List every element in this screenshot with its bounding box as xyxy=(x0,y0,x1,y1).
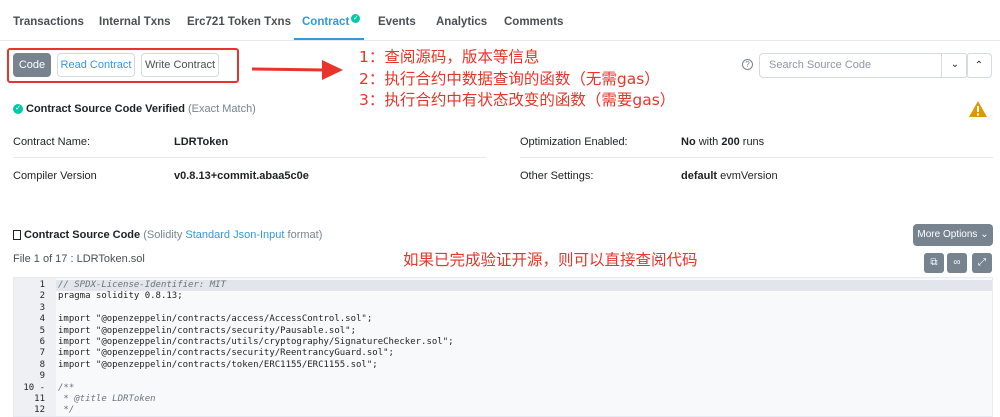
annotation-2: 2：执行合约中数据查询的函数（无需gas） xyxy=(359,70,660,88)
collapse-button[interactable]: ⌃ xyxy=(966,53,992,78)
file-indicator: File 1 of 17 : LDRToken.sol xyxy=(13,253,145,265)
line-number: 3 xyxy=(39,302,45,313)
optimization-enabled: No xyxy=(681,136,696,148)
file-icon xyxy=(13,230,21,241)
divider xyxy=(13,157,486,158)
code-line: import "@openzeppelin/contracts/security… xyxy=(58,348,394,359)
optimization-with: with xyxy=(698,136,719,148)
line-number: 6 xyxy=(39,337,45,347)
line-number: 8 xyxy=(39,359,45,370)
code-line: import "@openzeppelin/contracts/security… xyxy=(58,325,357,336)
source-pre: (Solidity xyxy=(143,229,183,241)
link-icon[interactable]: ∞ xyxy=(947,253,967,273)
chevron-down-icon[interactable]: ⌄ xyxy=(941,53,968,78)
line-number: 11 xyxy=(34,394,45,404)
optimization-value: No with 200 runs xyxy=(681,136,764,148)
line-number: 2 xyxy=(39,291,45,302)
code-line: pragma solidity 0.8.13; xyxy=(58,291,183,302)
contract-name-label: Contract Name: xyxy=(13,136,91,148)
fullscreen-icon[interactable]: ⤢ xyxy=(972,253,992,273)
optimization-label: Optimization Enabled: xyxy=(520,136,628,148)
code-line: */ xyxy=(58,405,75,416)
source-title: Contract Source Code xyxy=(24,229,141,241)
evm-default: default xyxy=(681,170,718,182)
verified-title: Contract Source Code Verified xyxy=(26,103,185,115)
line-number: 7 xyxy=(39,348,45,359)
source-post: format) xyxy=(287,229,323,241)
annotation-1: 1：查阅源码，版本等信息 xyxy=(359,48,540,66)
contract-name-value: LDRToken xyxy=(174,136,229,148)
annotation-3: 3：执行合约中有状态改变的函数（需要gas） xyxy=(359,91,676,109)
chevron-down-icon: ⌄ xyxy=(980,229,989,240)
compiler-version-label: Compiler Version xyxy=(13,170,97,182)
compiler-version-value: v0.8.13+commit.abaa5c0e xyxy=(174,170,309,182)
line-number: 1 xyxy=(39,280,45,290)
copy-icon[interactable]: ⧉ xyxy=(924,253,944,273)
other-settings-label: Other Settings: xyxy=(520,170,594,182)
line-number: 9 xyxy=(39,371,45,382)
divider xyxy=(520,157,993,158)
other-settings-value: default evmVersion xyxy=(681,170,778,182)
standard-json-input-link[interactable]: Standard Json-Input xyxy=(185,229,284,241)
code-line: // SPDX-License-Identifier: MIT xyxy=(58,280,226,290)
optimization-runs-count: 200 xyxy=(721,136,740,148)
code-line: import "@openzeppelin/contracts/utils/cr… xyxy=(58,337,454,347)
help-icon[interactable]: ? xyxy=(742,59,753,70)
optimization-runs-text: runs xyxy=(742,136,765,148)
source-code-heading: Contract Source Code (Solidity Standard … xyxy=(13,229,322,241)
warning-icon[interactable] xyxy=(968,100,988,118)
verified-heading: ✓ Contract Source Code Verified (Exact Ma… xyxy=(13,103,256,115)
line-number: 10 - xyxy=(23,382,45,393)
code-line: import "@openzeppelin/contracts/access/A… xyxy=(58,314,373,325)
line-number: 4 xyxy=(39,314,45,325)
verified-sub: (Exact Match) xyxy=(188,103,256,115)
search-source-input[interactable]: Search Source Code xyxy=(759,53,968,78)
code-editor[interactable]: 1 // SPDX-License-Identifier: MIT 2 pragma … xyxy=(13,277,993,417)
more-options-button[interactable]: More Options ⌄ xyxy=(913,224,993,246)
more-options-label: More Options xyxy=(917,229,978,240)
code-line: import "@openzeppelin/contracts/token/ER… xyxy=(58,359,378,370)
code-line: * @title LDRToken xyxy=(58,394,156,404)
verified-check-icon: ✓ xyxy=(13,104,23,115)
line-number: 5 xyxy=(39,325,45,336)
line-number: 12 xyxy=(34,405,45,416)
evm-version-text: evmVersion xyxy=(720,170,778,182)
code-line: /** xyxy=(58,382,75,393)
annotation-4: 如果已完成验证开源，则可以直接查阅代码 xyxy=(403,251,698,269)
